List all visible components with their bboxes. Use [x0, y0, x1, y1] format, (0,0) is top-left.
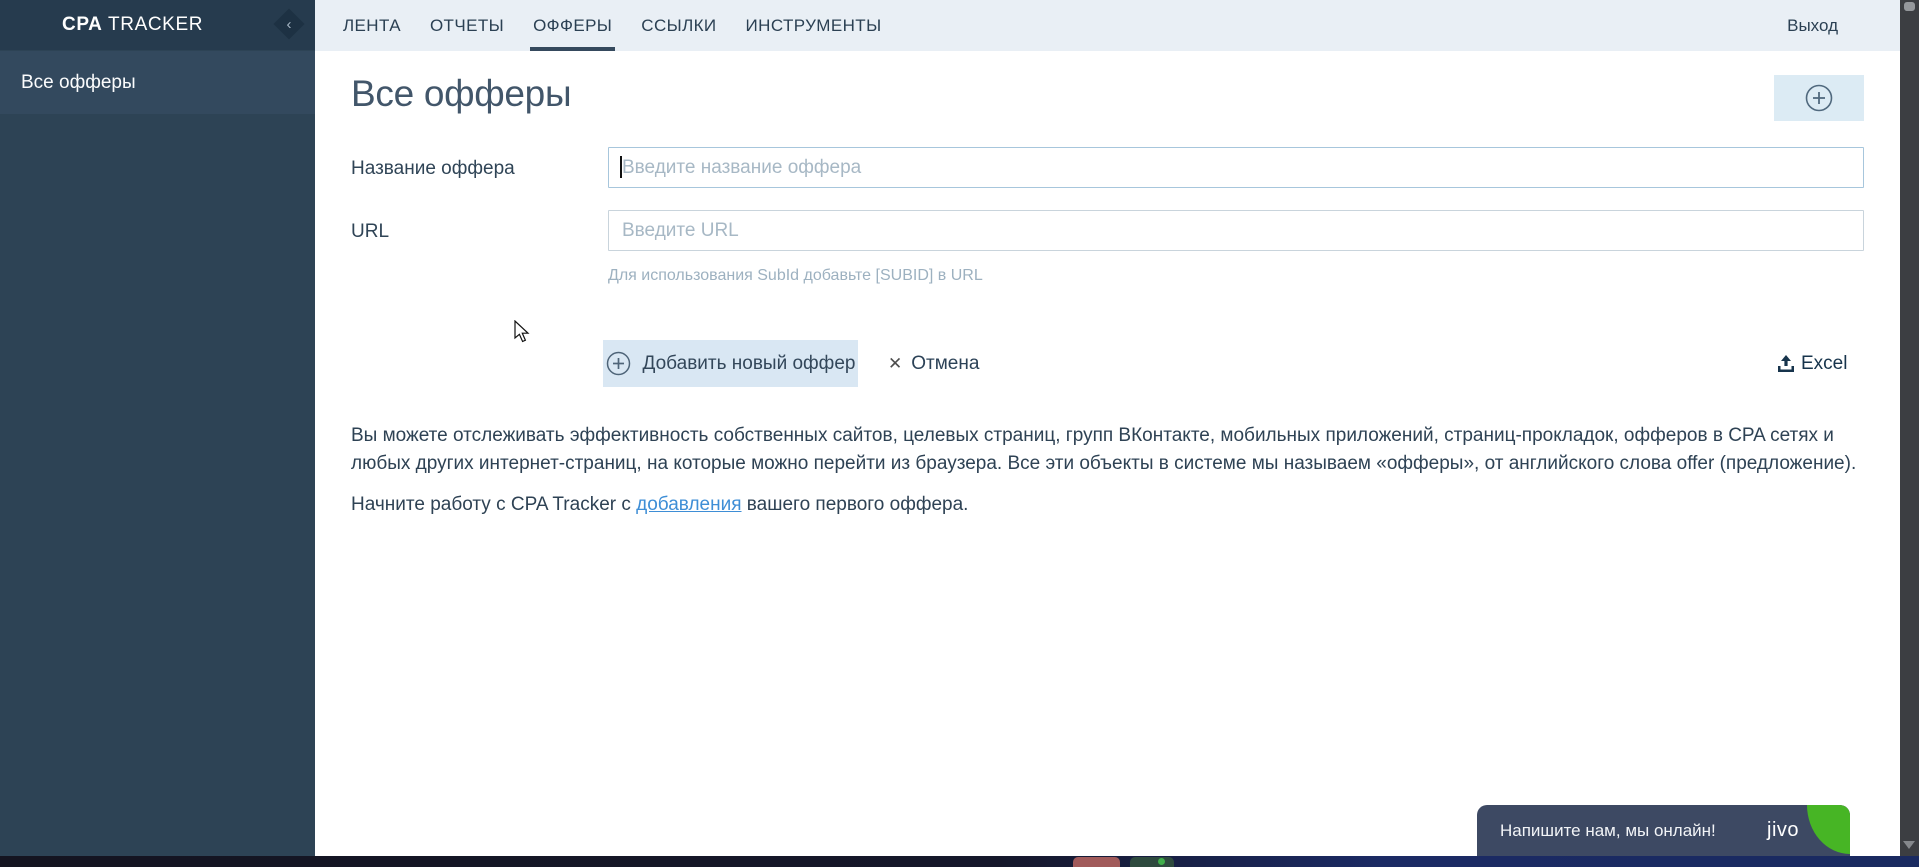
add-first-offer-link[interactable]: добавления — [636, 494, 741, 515]
sidebar: CPA TRACKER ‹ Все офферы — [0, 0, 315, 856]
description-line-2: любых других интернет-страниц, на которы… — [351, 452, 1857, 474]
tab-ssylki[interactable]: ССЫЛКИ — [641, 0, 716, 51]
excel-label: Excel — [1801, 352, 1848, 374]
desktop-taskbar-strip — [0, 856, 1919, 867]
offer-name-label: Название оффера — [351, 158, 515, 179]
top-navigation: ЛЕНТА ОТЧЕТЫ ОФФЕРЫ ССЫЛКИ ИНСТРУМЕНТЫ В… — [315, 0, 1900, 51]
app-logo: CPA TRACKER — [62, 14, 203, 36]
sidebar-item-all-offers[interactable]: Все офферы — [0, 51, 315, 114]
brand-rest: TRACKER — [102, 14, 204, 35]
getting-started-paragraph: Начните работу с CPA Tracker с добавлени… — [351, 494, 968, 516]
tab-lenta[interactable]: ЛЕНТА — [343, 0, 401, 51]
offer-name-input[interactable] — [608, 147, 1864, 188]
add-new-offer-label: Добавить новый оффер — [642, 352, 856, 374]
tab-instrumenty[interactable]: ИНСТРУМЕНТЫ — [746, 0, 882, 51]
nav-tabs: ЛЕНТА ОТЧЕТЫ ОФФЕРЫ ССЫЛКИ ИНСТРУМЕНТЫ — [315, 0, 882, 51]
leaf-icon — [1807, 805, 1850, 854]
taskbar-green-blob — [1130, 857, 1174, 867]
cancel-label: Отмена — [911, 352, 980, 374]
start-text-after: вашего первого оффера. — [741, 494, 969, 515]
scrollbar-thumb[interactable] — [1904, 2, 1915, 11]
description-paragraph: Вы можете отслеживать эффективность собс… — [351, 422, 1856, 477]
sidebar-collapse-button[interactable]: ‹ — [273, 8, 305, 40]
url-input[interactable] — [608, 210, 1864, 251]
description-line-1: Вы можете отслеживать эффективность собс… — [351, 425, 1834, 446]
tab-offery[interactable]: ОФФЕРЫ — [530, 0, 616, 51]
taskbar-red-blob — [1073, 857, 1120, 867]
logout-button[interactable]: Выход — [1787, 0, 1900, 51]
jivo-chat-widget[interactable]: Напишите нам, мы онлайн! jivo — [1477, 805, 1850, 856]
offer-name-field-wrap — [608, 147, 1864, 188]
url-label: URL — [351, 221, 390, 242]
mouse-cursor-icon — [514, 319, 532, 349]
tab-otchety[interactable]: ОТЧЕТЫ — [430, 0, 504, 51]
plus-circle-icon — [606, 351, 630, 376]
chat-message: Напишите нам, мы онлайн! — [1500, 820, 1716, 840]
jivo-logo: jivo — [1767, 819, 1800, 841]
upload-icon — [1778, 355, 1794, 372]
sidebar-header: CPA TRACKER ‹ — [0, 0, 315, 50]
plus-circle-icon — [1805, 84, 1833, 112]
add-offer-icon-button[interactable] — [1774, 75, 1864, 121]
vertical-scrollbar[interactable] — [1900, 0, 1919, 856]
url-field-wrap — [608, 210, 1864, 251]
cancel-button[interactable]: ✕ Отмена — [888, 340, 979, 387]
page-title: Все офферы — [351, 73, 572, 114]
scroll-down-arrow-icon[interactable] — [1903, 841, 1915, 849]
add-new-offer-button[interactable]: Добавить новый оффер — [603, 340, 858, 387]
start-text-before: Начните работу с CPA Tracker с — [351, 494, 637, 515]
subid-hint: Для использования SubId добавьте [SUBID]… — [608, 267, 983, 284]
text-caret — [620, 156, 622, 178]
taskbar-green-dot — [1158, 858, 1165, 865]
main-content: Все офферы Название оффера URL Для испол… — [315, 51, 1900, 856]
brand-bold: CPA — [62, 14, 103, 35]
chevron-left-icon: ‹ — [286, 15, 292, 33]
close-icon: ✕ — [888, 353, 903, 373]
excel-export-button[interactable]: Excel — [1777, 340, 1847, 387]
